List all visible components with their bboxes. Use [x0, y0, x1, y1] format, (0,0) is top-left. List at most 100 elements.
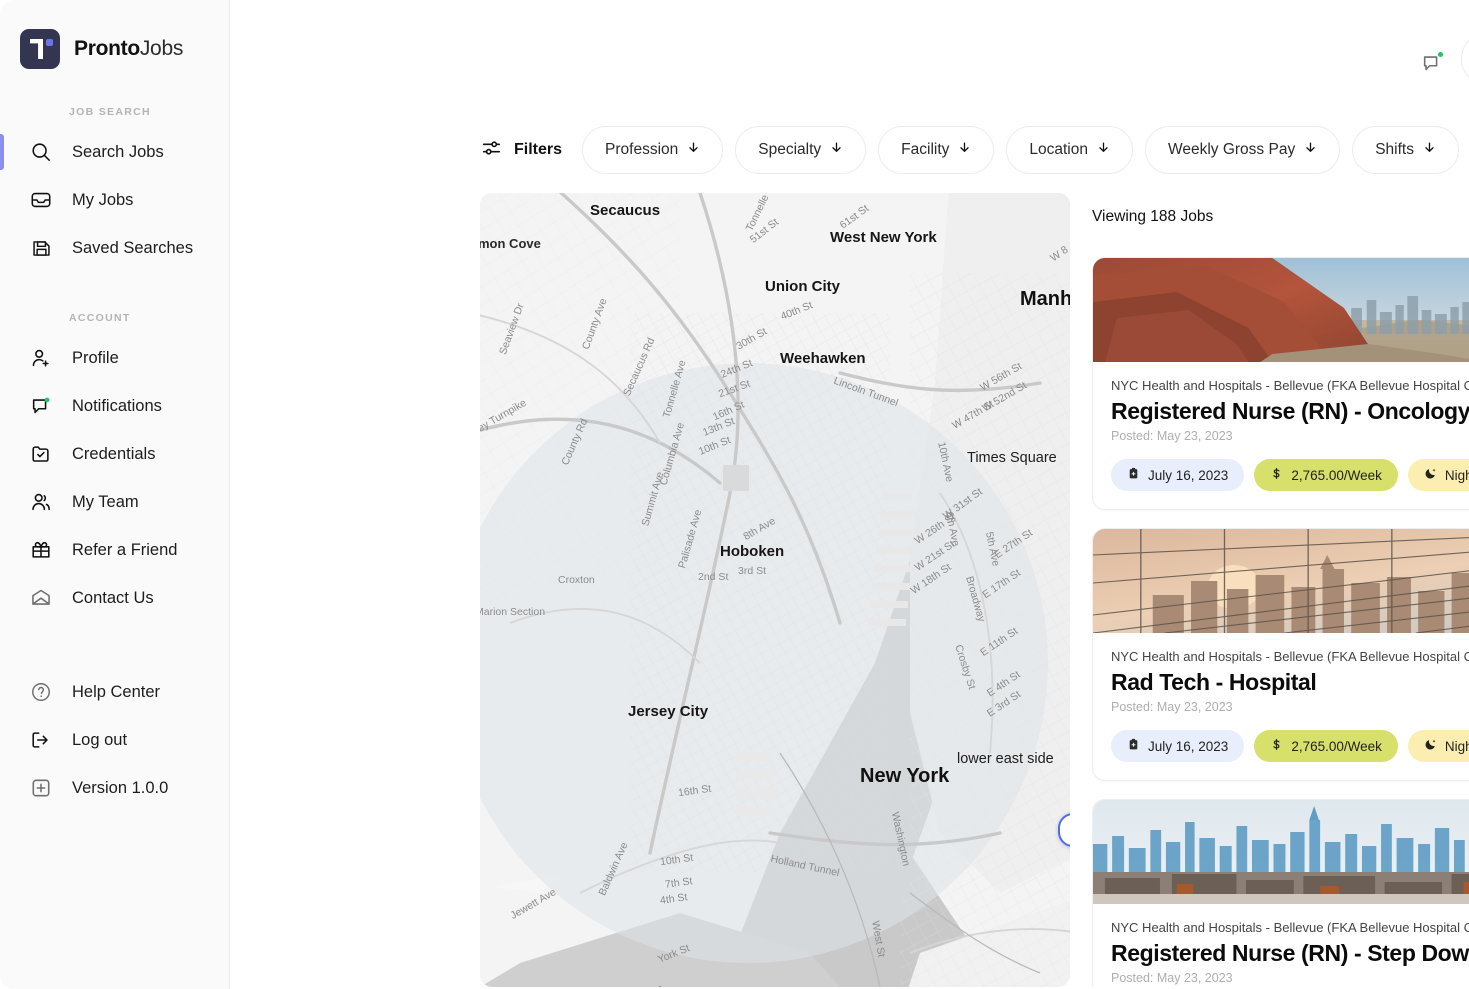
job-title: Registered Nurse (RN) - Oncology: [1111, 398, 1469, 424]
job-list: NYC Health and Hospitals - Bellevue (FKA…: [1092, 257, 1469, 987]
filter-pill-label: Profession: [605, 141, 679, 158]
job-badge-label: 2,765.00/Week: [1291, 467, 1382, 483]
job-badge-label: July 16, 2023: [1148, 467, 1229, 483]
chat-bubble-icon[interactable]: [1421, 51, 1445, 79]
sidebar: ProntoJobs JOB SEARCH Search Jobs My Job…: [0, 0, 230, 989]
filter-bar: Filters Profession Specialty Facility Lo…: [230, 124, 1469, 176]
sidebar-item-label: Help Center: [72, 682, 161, 701]
job-card-image: [1093, 529, 1469, 633]
envelope-icon: [28, 585, 54, 611]
sidebar-item-notifications[interactable]: Notifications: [0, 382, 229, 430]
map-panel[interactable]: Secaucus mon Cove West New York Union Ci…: [480, 193, 1070, 987]
moon-icon: [1424, 738, 1437, 754]
job-card-body: NYC Health and Hospitals - Bellevue (FKA…: [1093, 904, 1469, 987]
results-panel: Viewing 188 Jobs Sort: Date Posted: [1092, 193, 1469, 987]
sidebar-item-label: Contact Us: [72, 588, 154, 607]
calendar-icon: [1127, 467, 1140, 483]
filter-pill-weekly-gross-pay[interactable]: Weekly Gross Pay: [1145, 126, 1341, 174]
search-icon: [28, 139, 54, 165]
arrow-down-icon: [958, 141, 971, 159]
sidebar-item-version[interactable]: Version 1.0.0: [0, 764, 229, 812]
sidebar-section-job-search-label: JOB SEARCH: [69, 106, 151, 118]
sidebar-item-help-center[interactable]: Help Center: [0, 668, 229, 716]
filter-pill-label: Facility: [901, 141, 950, 158]
job-posted-date: Posted: May 23, 2023: [1111, 429, 1233, 443]
dollar-icon: [1270, 467, 1283, 483]
job-card[interactable]: NYC Health and Hospitals - Bellevue (FKA…: [1092, 799, 1469, 987]
floppy-disk-icon: [28, 235, 54, 261]
sidebar-item-profile[interactable]: Profile: [0, 334, 229, 382]
filter-pill-label: Specialty: [758, 141, 822, 158]
arrow-down-icon: [1097, 141, 1110, 159]
results-header: Viewing 188 Jobs Sort: Date Posted: [1092, 193, 1469, 241]
job-card-body: NYC Health and Hospitals - Bellevue (FKA…: [1093, 633, 1469, 780]
sidebar-item-search-jobs[interactable]: Search Jobs: [0, 128, 229, 176]
logout-icon: [28, 727, 54, 753]
brand-name-bold: Pronto: [74, 37, 140, 60]
job-title: Rad Tech - Hospital: [1111, 669, 1317, 695]
job-badge-label: 2,765.00/Week: [1291, 738, 1382, 754]
sliders-icon: [480, 137, 502, 164]
job-badge-pay: 2,765.00/Week: [1254, 459, 1398, 491]
logo-glyph: [30, 39, 43, 59]
job-badge-pay: 2,765.00/Week: [1254, 730, 1398, 762]
job-posted-date: Posted: May 23, 2023: [1111, 971, 1233, 985]
sidebar-item-label: Profile: [72, 348, 119, 367]
sidebar-item-refer-a-friend[interactable]: Refer a Friend: [0, 526, 229, 574]
sidebar-item-log-out[interactable]: Log out: [0, 716, 229, 764]
sidebar-item-label: Version 1.0.0: [72, 778, 169, 797]
job-card-image: [1093, 800, 1469, 904]
moon-icon: [1424, 467, 1437, 483]
filter-pill-label: Location: [1029, 141, 1088, 158]
sidebar-item-label: Saved Searches: [72, 238, 194, 257]
sidebar-item-my-team[interactable]: My Team: [0, 478, 229, 526]
filter-pill-profession[interactable]: Profession: [582, 126, 724, 174]
arrow-down-icon: [830, 141, 843, 159]
job-card-image: [1093, 258, 1469, 362]
filter-pill-facility[interactable]: Facility: [878, 126, 995, 174]
sidebar-item-label: Log out: [72, 730, 128, 749]
job-employer: NYC Health and Hospitals - Bellevue (FKA…: [1111, 920, 1469, 935]
logo-dot: [46, 39, 53, 46]
job-title: Registered Nurse (RN) - Step Down / PCU: [1111, 940, 1469, 966]
chat-bubble-icon: [28, 393, 54, 419]
brand-name-light: Jobs: [139, 37, 184, 60]
filter-pill-location[interactable]: Location: [1006, 126, 1133, 174]
calendar-icon: [1127, 738, 1140, 754]
job-badge-shift: Nights, Rotating: [1407, 459, 1469, 491]
users-icon: [28, 489, 54, 515]
filter-pill-specialty[interactable]: Specialty: [735, 126, 867, 174]
arrow-down-icon: [1423, 141, 1436, 159]
job-card[interactable]: NYC Health and Hospitals - Bellevue (FKA…: [1092, 528, 1469, 781]
filters-toggle[interactable]: Filters: [480, 137, 562, 164]
job-badges: July 16, 2023 2,765.00/Week Nig: [1111, 730, 1469, 762]
sidebar-item-my-jobs[interactable]: My Jobs: [0, 176, 229, 224]
sidebar-item-credentials[interactable]: Credentials: [0, 430, 229, 478]
sidebar-item-label: My Jobs: [72, 190, 134, 209]
user-plus-icon: [28, 345, 54, 371]
arrow-down-icon: [1304, 141, 1317, 159]
job-badges: July 16, 2023 2,765.00/Week Nig: [1111, 459, 1469, 491]
brand[interactable]: ProntoJobs: [0, 0, 229, 72]
sidebar-item-label: My Team: [72, 492, 139, 511]
user-menu[interactable]: 0/4 Candidate Name: [1461, 32, 1469, 86]
job-badge-label: July 16, 2023: [1148, 738, 1229, 754]
dollar-icon: [1270, 738, 1283, 754]
sidebar-item-label: Notifications: [72, 396, 162, 415]
job-badge-start-date: July 16, 2023: [1111, 459, 1245, 491]
brand-text: ProntoJobs: [74, 37, 183, 61]
job-employer: NYC Health and Hospitals - Bellevue (FKA…: [1111, 378, 1469, 393]
results-count: Viewing 188 Jobs: [1092, 208, 1214, 225]
filter-pill-shifts[interactable]: Shifts: [1352, 126, 1459, 174]
job-card[interactable]: NYC Health and Hospitals - Bellevue (FKA…: [1092, 257, 1469, 510]
sidebar-item-contact-us[interactable]: Contact Us: [0, 574, 229, 622]
map-canvas: [480, 193, 1070, 987]
sidebar-item-label: Credentials: [72, 444, 156, 463]
top-bar: 0/4 Candidate Name: [230, 0, 1469, 125]
app-root: ProntoJobs JOB SEARCH Search Jobs My Job…: [0, 0, 1469, 989]
filter-pill-label: Shifts: [1375, 141, 1414, 158]
arrow-down-icon: [687, 141, 700, 159]
question-circle-icon: [28, 679, 54, 705]
sidebar-item-label: Search Jobs: [72, 142, 164, 161]
sidebar-item-saved-searches[interactable]: Saved Searches: [0, 224, 229, 272]
